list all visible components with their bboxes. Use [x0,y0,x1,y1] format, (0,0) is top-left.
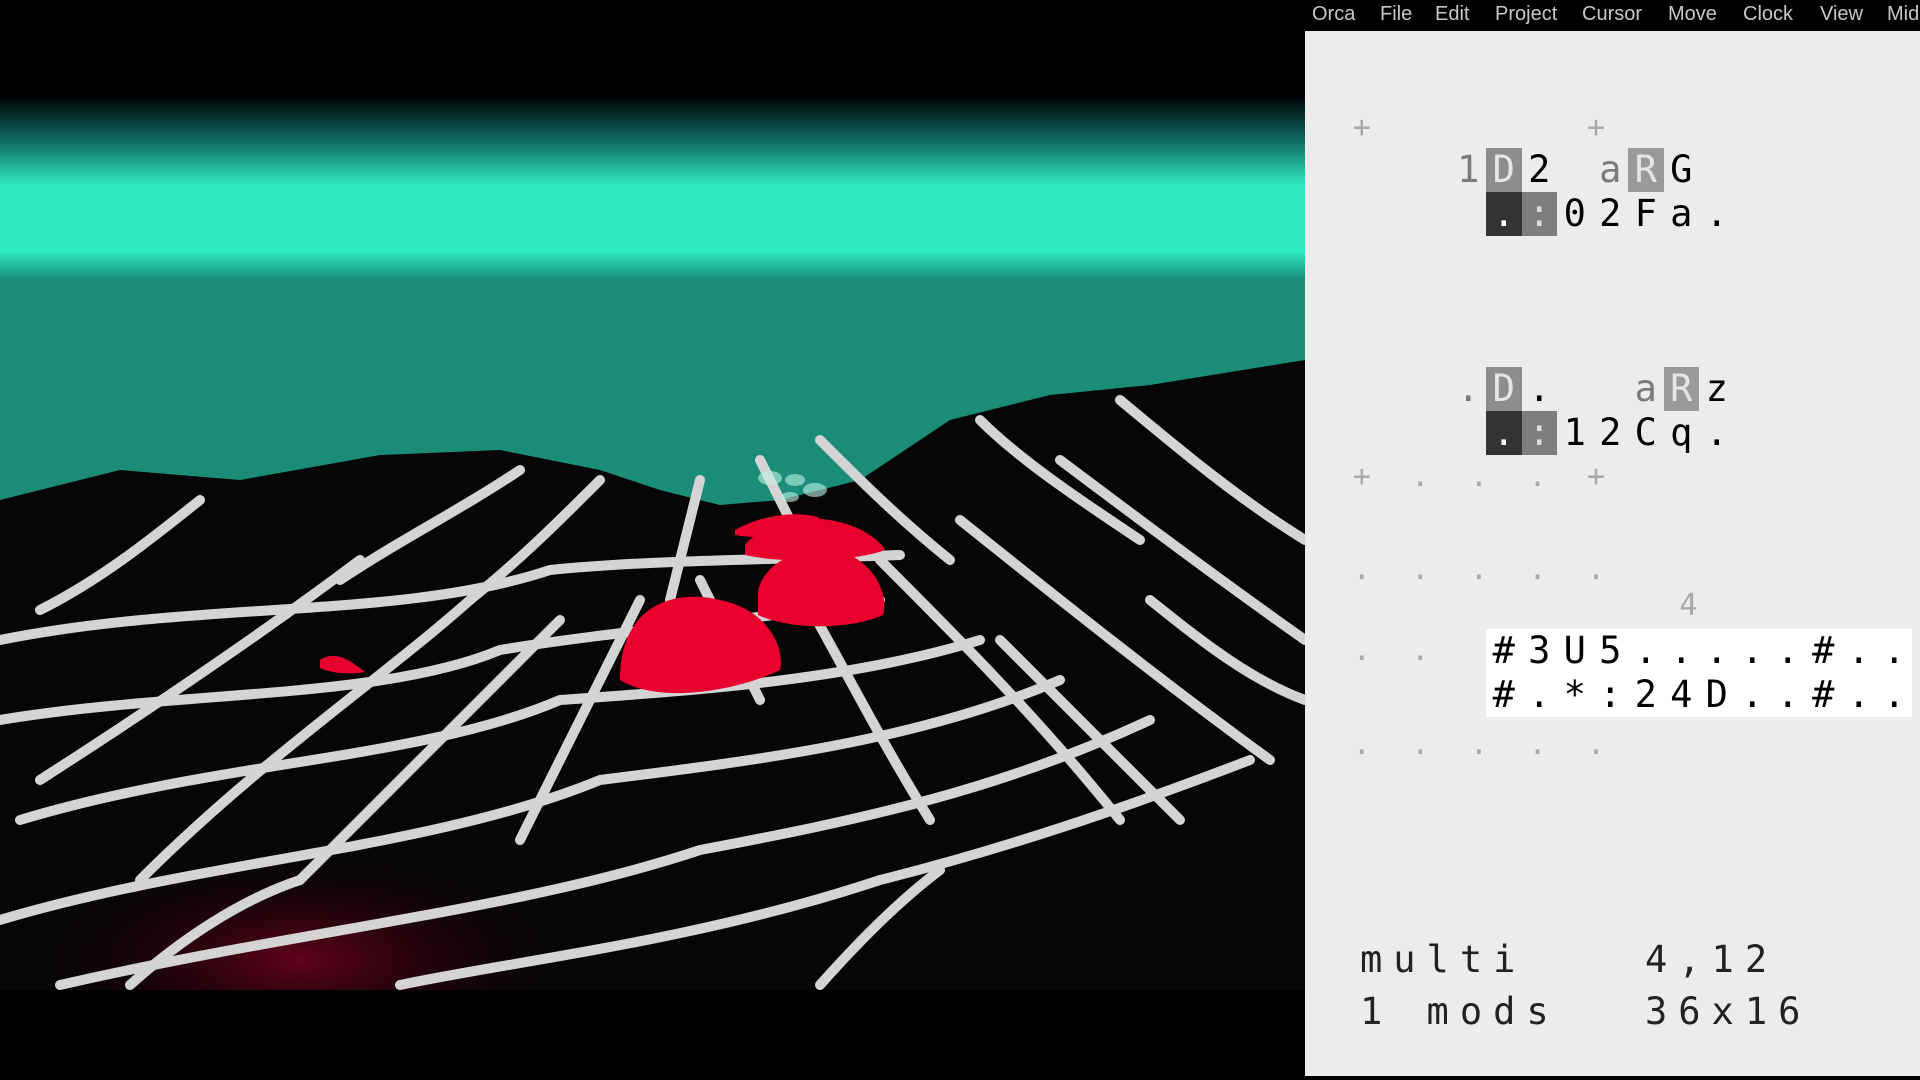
status-mode: multi [1360,938,1527,981]
grid-cell[interactable]: . [1770,673,1806,717]
terrain-scene [0,0,1305,1080]
grid-cell[interactable]: # [1486,629,1522,673]
menu-item-cursor[interactable]: Cursor [1582,3,1642,26]
grid-cell[interactable]: D [1699,673,1735,717]
grid-cell[interactable]: D [1486,367,1522,411]
grid-cell[interactable]: a [1593,148,1629,192]
grid-cell[interactable]: 2 [1593,192,1629,236]
grid-cell[interactable]: F [1628,192,1664,236]
grid-cell[interactable]: a [1664,192,1700,236]
menu-item-view[interactable]: View [1820,3,1863,26]
grid-cell[interactable]: . [1522,367,1558,411]
grid-cell[interactable]: 2 [1522,148,1558,192]
orca-window: Orca File Edit Project Cursor Move Clock View Mi… [1305,0,1920,1080]
grid-cell[interactable]: * [1557,673,1593,717]
grid-cell[interactable]: : [1592,673,1628,717]
grid-cell[interactable]: a [1628,367,1664,411]
grid-cell[interactable]: . [1663,629,1699,673]
menu-item-clock[interactable]: Clock [1743,3,1793,26]
grid-cell[interactable]: . [1876,673,1912,717]
grid-cell[interactable]: . [1344,629,1380,673]
grid-cell[interactable]: . [1520,548,1556,592]
grid-cell[interactable]: . [1403,723,1439,767]
grid-cell[interactable]: R [1628,148,1664,192]
grid-cell[interactable]: 4 [1663,673,1699,717]
grid-cell[interactable]: . [1699,629,1735,673]
menu-item-project[interactable]: Project [1495,3,1557,26]
grid-cell[interactable]: . [1486,411,1522,455]
grid-cell[interactable]: C [1628,411,1664,455]
grid-cell[interactable]: . [1841,673,1877,717]
grid-cell[interactable]: . [1734,673,1770,717]
grid-cell[interactable]: . [1486,192,1522,236]
grid-cell[interactable]: + [1344,455,1380,499]
grid-cell[interactable]: . [1841,629,1877,673]
grid-cell[interactable]: . [1578,723,1614,767]
grid-cell[interactable]: + [1578,455,1614,499]
grid-cell[interactable]: . [1403,548,1439,592]
menu-item-edit[interactable]: Edit [1435,3,1469,26]
status-grid-size: 36x16 [1645,990,1812,1033]
grid-cell[interactable]: z [1699,367,1735,411]
status-cursor-position: 4,12 [1645,938,1779,981]
grid-cell[interactable]: . [1344,723,1380,767]
grid-cell[interactable]: 5 [1592,629,1628,673]
grid-cell[interactable]: . [1770,629,1806,673]
grid-cell[interactable]: 2 [1593,411,1629,455]
grid-cell[interactable]: U [1557,629,1593,673]
grid-cell[interactable]: 1 [1451,148,1487,192]
menu-item-orca[interactable]: Orca [1312,3,1355,26]
menu-item-file[interactable]: File [1380,3,1412,26]
grid-cell[interactable]: . [1628,629,1664,673]
grid-cell[interactable]: . [1461,548,1497,592]
grid-cell[interactable]: . [1403,455,1439,499]
grid-cell[interactable]: . [1734,629,1770,673]
grid-cell[interactable]: . [1521,673,1557,717]
grid-cell[interactable]: . [1403,629,1439,673]
grid-cell[interactable]: . [1520,723,1556,767]
grid-cell[interactable]: 4 [1671,584,1707,628]
bottom-border [1305,1076,1920,1080]
grid-cell[interactable]: D [1486,148,1522,192]
grid-cell[interactable]: # [1805,629,1841,673]
grid-cell[interactable]: . [1344,548,1380,592]
menu-bar: Orca File Edit Project Cursor Move Clock View Mi… [1305,0,1920,31]
grid-cell[interactable]: # [1486,673,1522,717]
grid-cell[interactable]: + [1578,106,1614,150]
grid-cell[interactable]: : [1521,411,1557,455]
grid-cell[interactable]: . [1451,367,1487,411]
grid-cell[interactable]: . [1461,455,1497,499]
grid-cell[interactable]: q [1664,411,1700,455]
grid-cell[interactable]: R [1663,367,1699,411]
grid-cell[interactable]: 1 [1557,411,1593,455]
menu-item-mid[interactable]: Mid [1887,3,1919,26]
orca-grid[interactable]: + +1 D 2 a R G.:0 2 Fa.. D. a Rz.:1 2 Cq. +... +..... 4.… [1305,31,1920,1076]
grid-cell[interactable]: 3 [1521,629,1557,673]
grid-cell[interactable]: . [1520,455,1556,499]
grid-cell[interactable]: + [1344,106,1380,150]
grid-cell[interactable]: # [1805,673,1841,717]
grid-cell[interactable]: . [1578,548,1614,592]
visualizer-canvas [0,0,1305,1080]
grid-cell[interactable]: . [1699,192,1735,236]
grid-cell[interactable]: G [1664,148,1700,192]
menu-item-move[interactable]: Move [1668,3,1717,26]
grid-cell[interactable]: . [1699,411,1735,455]
grid-cell[interactable]: . [1461,723,1497,767]
grid-cell[interactable]: . [1876,629,1912,673]
status-mods: 1 mods [1360,990,1560,1033]
grid-cell[interactable]: 0 [1557,192,1593,236]
grid-cell[interactable]: 2 [1628,673,1664,717]
grid-cell[interactable]: : [1521,192,1557,236]
